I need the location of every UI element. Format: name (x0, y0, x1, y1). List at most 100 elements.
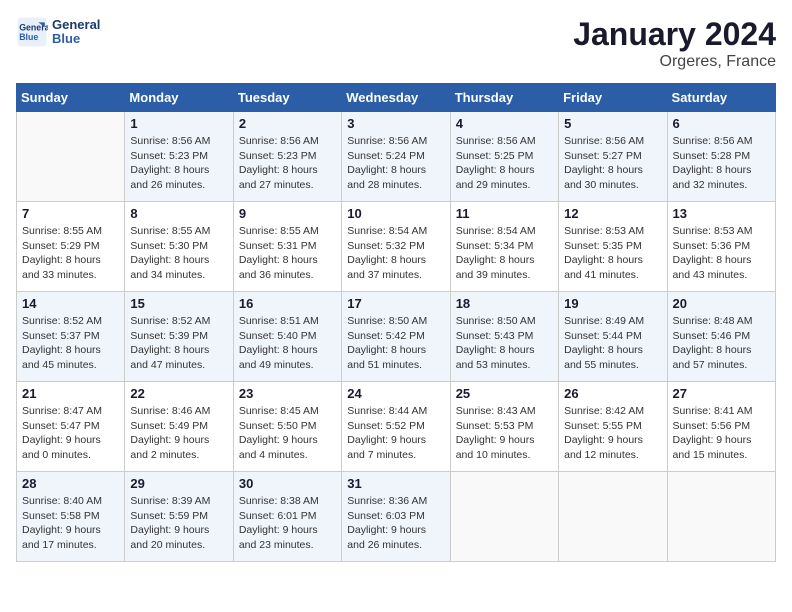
day-info: Sunrise: 8:43 AMSunset: 5:53 PMDaylight:… (456, 404, 553, 463)
day-info: Sunrise: 8:56 AMSunset: 5:25 PMDaylight:… (456, 134, 553, 193)
day-info: Sunrise: 8:54 AMSunset: 5:32 PMDaylight:… (347, 224, 444, 283)
calendar-cell: 29 Sunrise: 8:39 AMSunset: 5:59 PMDayligh… (125, 472, 233, 562)
calendar-cell: 15 Sunrise: 8:52 AMSunset: 5:39 PMDayligh… (125, 292, 233, 382)
day-info: Sunrise: 8:50 AMSunset: 5:42 PMDaylight:… (347, 314, 444, 373)
col-thursday: Thursday (450, 84, 558, 112)
calendar-cell: 10 Sunrise: 8:54 AMSunset: 5:32 PMDayligh… (342, 202, 450, 292)
day-number: 15 (130, 296, 227, 311)
location: Orgeres, France (573, 53, 776, 71)
calendar-week-3: 14 Sunrise: 8:52 AMSunset: 5:37 PMDayligh… (17, 292, 776, 382)
calendar-cell (450, 472, 558, 562)
day-info: Sunrise: 8:53 AMSunset: 5:35 PMDaylight:… (564, 224, 661, 283)
day-info: Sunrise: 8:56 AMSunset: 5:23 PMDaylight:… (130, 134, 227, 193)
calendar-cell: 4 Sunrise: 8:56 AMSunset: 5:25 PMDaylight… (450, 112, 558, 202)
day-info: Sunrise: 8:48 AMSunset: 5:46 PMDaylight:… (673, 314, 770, 373)
col-monday: Monday (125, 84, 233, 112)
calendar-week-5: 28 Sunrise: 8:40 AMSunset: 5:58 PMDayligh… (17, 472, 776, 562)
day-info: Sunrise: 8:56 AMSunset: 5:23 PMDaylight:… (239, 134, 336, 193)
calendar-cell: 1 Sunrise: 8:56 AMSunset: 5:23 PMDaylight… (125, 112, 233, 202)
calendar-cell (667, 472, 775, 562)
calendar-cell: 5Sunrise: 8:56 AMSunset: 5:27 PMDaylight… (559, 112, 667, 202)
day-number: 13 (673, 206, 770, 221)
calendar-week-1: 1 Sunrise: 8:56 AMSunset: 5:23 PMDaylight… (17, 112, 776, 202)
calendar-cell: 26Sunrise: 8:42 AMSunset: 5:55 PMDayligh… (559, 382, 667, 472)
calendar-cell: 16 Sunrise: 8:51 AMSunset: 5:40 PMDayligh… (233, 292, 341, 382)
day-info: Sunrise: 8:38 AMSunset: 6:01 PMDaylight:… (239, 494, 336, 553)
day-number: 22 (130, 386, 227, 401)
calendar-cell: 21 Sunrise: 8:47 AMSunset: 5:47 PMDayligh… (17, 382, 125, 472)
logo-blue: Blue (52, 32, 100, 46)
calendar-cell: 30 Sunrise: 8:38 AMSunset: 6:01 PMDayligh… (233, 472, 341, 562)
day-number: 3 (347, 116, 444, 131)
calendar-cell: 27Sunrise: 8:41 AMSunset: 5:56 PMDayligh… (667, 382, 775, 472)
calendar-cell: 18Sunrise: 8:50 AMSunset: 5:43 PMDayligh… (450, 292, 558, 382)
day-number: 24 (347, 386, 444, 401)
day-info: Sunrise: 8:51 AMSunset: 5:40 PMDaylight:… (239, 314, 336, 373)
day-number: 12 (564, 206, 661, 221)
calendar-cell: 20 Sunrise: 8:48 AMSunset: 5:46 PMDayligh… (667, 292, 775, 382)
day-number: 29 (130, 476, 227, 491)
day-number: 9 (239, 206, 336, 221)
calendar-cell (559, 472, 667, 562)
col-friday: Friday (559, 84, 667, 112)
calendar-cell: 2 Sunrise: 8:56 AMSunset: 5:23 PMDaylight… (233, 112, 341, 202)
calendar-cell: 31 Sunrise: 8:36 AMSunset: 6:03 PMDayligh… (342, 472, 450, 562)
page-header: General Blue General Blue January 2024 O… (16, 16, 776, 71)
day-info: Sunrise: 8:56 AMSunset: 5:28 PMDaylight:… (673, 134, 770, 193)
svg-text:Blue: Blue (19, 32, 38, 42)
day-number: 25 (456, 386, 553, 401)
day-number: 8 (130, 206, 227, 221)
day-info: Sunrise: 8:42 AMSunset: 5:55 PMDaylight:… (564, 404, 661, 463)
day-info: Sunrise: 8:47 AMSunset: 5:47 PMDaylight:… (22, 404, 119, 463)
day-info: Sunrise: 8:53 AMSunset: 5:36 PMDaylight:… (673, 224, 770, 283)
day-info: Sunrise: 8:55 AMSunset: 5:31 PMDaylight:… (239, 224, 336, 283)
day-info: Sunrise: 8:50 AMSunset: 5:43 PMDaylight:… (456, 314, 553, 373)
day-number: 11 (456, 206, 553, 221)
day-info: Sunrise: 8:55 AMSunset: 5:29 PMDaylight:… (22, 224, 119, 283)
calendar-cell: 25 Sunrise: 8:43 AMSunset: 5:53 PMDayligh… (450, 382, 558, 472)
day-info: Sunrise: 8:45 AMSunset: 5:50 PMDaylight:… (239, 404, 336, 463)
logo: General Blue General Blue (16, 16, 100, 48)
calendar-cell (17, 112, 125, 202)
day-info: Sunrise: 8:41 AMSunset: 5:56 PMDaylight:… (673, 404, 770, 463)
calendar-table: Sunday Monday Tuesday Wednesday Thursday… (16, 83, 776, 562)
day-info: Sunrise: 8:52 AMSunset: 5:39 PMDaylight:… (130, 314, 227, 373)
day-number: 10 (347, 206, 444, 221)
day-info: Sunrise: 8:44 AMSunset: 5:52 PMDaylight:… (347, 404, 444, 463)
day-number: 17 (347, 296, 444, 311)
calendar-cell: 9 Sunrise: 8:55 AMSunset: 5:31 PMDaylight… (233, 202, 341, 292)
day-number: 23 (239, 386, 336, 401)
calendar-cell: 7 Sunrise: 8:55 AMSunset: 5:29 PMDaylight… (17, 202, 125, 292)
day-number: 20 (673, 296, 770, 311)
day-info: Sunrise: 8:46 AMSunset: 5:49 PMDaylight:… (130, 404, 227, 463)
calendar-cell: 12 Sunrise: 8:53 AMSunset: 5:35 PMDayligh… (559, 202, 667, 292)
day-number: 5 (564, 116, 661, 131)
logo-icon: General Blue (16, 16, 48, 48)
day-info: Sunrise: 8:36 AMSunset: 6:03 PMDaylight:… (347, 494, 444, 553)
day-number: 7 (22, 206, 119, 221)
day-number: 4 (456, 116, 553, 131)
day-number: 14 (22, 296, 119, 311)
day-info: Sunrise: 8:52 AMSunset: 5:37 PMDaylight:… (22, 314, 119, 373)
day-number: 30 (239, 476, 336, 491)
day-info: Sunrise: 8:56 AMSunset: 5:24 PMDaylight:… (347, 134, 444, 193)
calendar-cell: 17 Sunrise: 8:50 AMSunset: 5:42 PMDayligh… (342, 292, 450, 382)
day-info: Sunrise: 8:39 AMSunset: 5:59 PMDaylight:… (130, 494, 227, 553)
day-number: 31 (347, 476, 444, 491)
calendar-cell: 13 Sunrise: 8:53 AMSunset: 5:36 PMDayligh… (667, 202, 775, 292)
day-info: Sunrise: 8:54 AMSunset: 5:34 PMDaylight:… (456, 224, 553, 283)
day-number: 21 (22, 386, 119, 401)
day-number: 28 (22, 476, 119, 491)
day-number: 1 (130, 116, 227, 131)
calendar-cell: 14 Sunrise: 8:52 AMSunset: 5:37 PMDayligh… (17, 292, 125, 382)
day-number: 6 (673, 116, 770, 131)
day-info: Sunrise: 8:55 AMSunset: 5:30 PMDaylight:… (130, 224, 227, 283)
day-number: 19 (564, 296, 661, 311)
col-wednesday: Wednesday (342, 84, 450, 112)
calendar-week-4: 21 Sunrise: 8:47 AMSunset: 5:47 PMDayligh… (17, 382, 776, 472)
day-info: Sunrise: 8:40 AMSunset: 5:58 PMDaylight:… (22, 494, 119, 553)
title-block: January 2024 Orgeres, France (573, 16, 776, 71)
day-number: 16 (239, 296, 336, 311)
calendar-cell: 24 Sunrise: 8:44 AMSunset: 5:52 PMDayligh… (342, 382, 450, 472)
day-number: 2 (239, 116, 336, 131)
